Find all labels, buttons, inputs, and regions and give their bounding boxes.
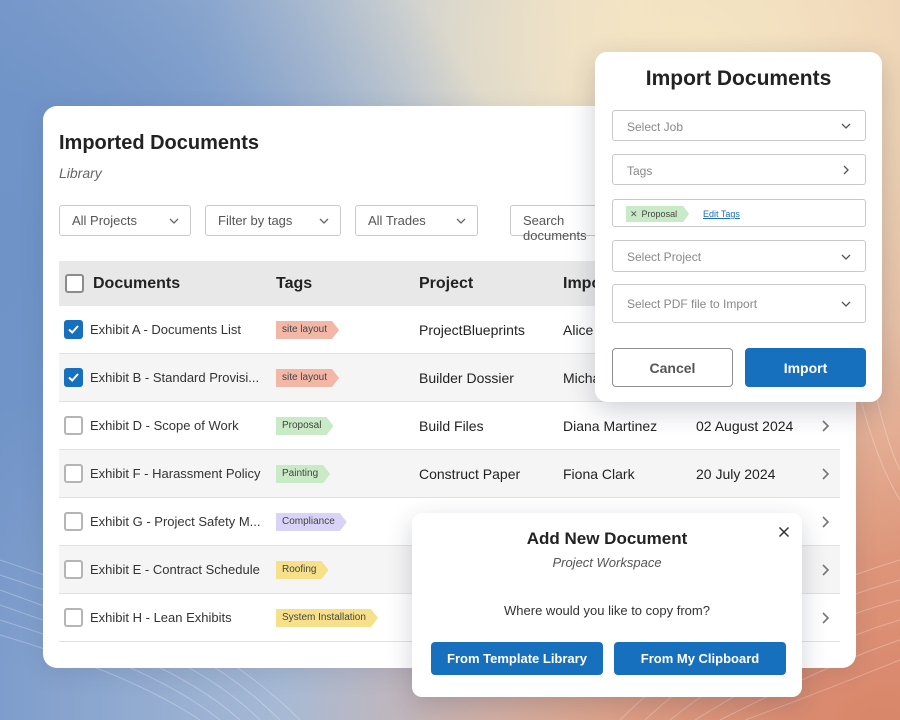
- project-cell: Builder Dossier: [419, 370, 514, 386]
- import-button[interactable]: Import: [745, 348, 866, 387]
- project-cell: Build Files: [419, 418, 484, 434]
- modal-title: Add New Document: [526, 529, 688, 548]
- filter-by-tags-dropdown[interactable]: Filter by tags: [205, 205, 341, 236]
- filter-by-tags-label: Filter by tags: [218, 213, 293, 228]
- cancel-button[interactable]: Cancel: [612, 348, 733, 387]
- selected-tags-field: ✕ Proposal Edit Tags: [612, 199, 866, 227]
- row-checkbox[interactable]: [64, 560, 83, 579]
- row-checkbox[interactable]: [64, 320, 83, 339]
- page-subtitle: Library: [59, 165, 102, 181]
- imported-by-cell: Diana Martinez: [563, 418, 658, 434]
- select-project-placeholder: Select Project: [627, 250, 702, 264]
- column-header-project[interactable]: Project: [419, 275, 473, 293]
- row-checkbox[interactable]: [64, 512, 83, 531]
- tag-badge: Proposal: [276, 417, 333, 435]
- remove-tag-icon[interactable]: ✕: [630, 209, 638, 219]
- select-job-placeholder: Select Job: [627, 120, 684, 134]
- row-checkbox[interactable]: [64, 368, 83, 387]
- add-new-document-modal: Add New Document Project Workspace Where…: [412, 513, 802, 697]
- chevron-right-icon[interactable]: [819, 419, 831, 433]
- tags-placeholder: Tags: [627, 164, 653, 178]
- tag-badge: Roofing: [276, 561, 328, 579]
- column-header-tags[interactable]: Tags: [276, 275, 312, 293]
- select-project-dropdown[interactable]: Select Project: [612, 240, 866, 272]
- chevron-right-icon[interactable]: [819, 515, 831, 529]
- chevron-right-icon: [843, 165, 849, 175]
- row-checkbox[interactable]: [64, 608, 83, 627]
- row-checkbox[interactable]: [64, 416, 83, 435]
- chevron-right-icon[interactable]: [819, 563, 831, 577]
- imported-by-cell: Fiona Clark: [563, 466, 635, 482]
- check-icon: [68, 373, 79, 382]
- document-name[interactable]: Exhibit B - Standard Provisi...: [90, 370, 270, 385]
- from-my-clipboard-button[interactable]: From My Clipboard: [614, 642, 786, 675]
- document-name[interactable]: Exhibit D - Scope of Work: [90, 418, 270, 433]
- project-cell: ProjectBlueprints: [419, 322, 525, 338]
- column-header-documents[interactable]: Documents: [93, 275, 180, 293]
- search-placeholder: Search documents: [523, 213, 587, 243]
- chevron-down-icon: [841, 254, 851, 260]
- chevron-right-icon[interactable]: [819, 611, 831, 625]
- chevron-down-icon: [319, 218, 329, 224]
- all-trades-dropdown[interactable]: All Trades: [355, 205, 478, 236]
- select-all-checkbox[interactable]: [65, 274, 84, 293]
- date-cell: 20 July 2024: [696, 466, 776, 482]
- chevron-down-icon: [841, 123, 851, 129]
- check-icon: [68, 325, 79, 334]
- project-cell: Construct Paper: [419, 466, 521, 482]
- all-projects-label: All Projects: [72, 213, 138, 228]
- document-name[interactable]: Exhibit F - Harassment Policy: [90, 466, 270, 481]
- select-job-dropdown[interactable]: Select Job: [612, 110, 866, 141]
- from-template-library-button[interactable]: From Template Library: [431, 642, 603, 675]
- chevron-right-icon[interactable]: [819, 467, 831, 481]
- tag-badge: site layout: [276, 321, 339, 339]
- tag-badge: site layout: [276, 369, 339, 387]
- table-row[interactable]: Exhibit F - Harassment Policy Painting C…: [59, 450, 840, 498]
- close-icon[interactable]: [778, 526, 790, 538]
- document-name[interactable]: Exhibit H - Lean Exhibits: [90, 610, 270, 625]
- tags-selector[interactable]: Tags: [612, 154, 866, 185]
- edit-tags-link[interactable]: Edit Tags: [703, 209, 740, 219]
- import-documents-modal: Import Documents Select Job Tags ✕ Propos…: [595, 52, 882, 402]
- modal-subtitle: Project Workspace: [552, 555, 662, 570]
- chevron-down-icon: [456, 218, 466, 224]
- date-cell: 02 August 2024: [696, 418, 794, 434]
- document-name[interactable]: Exhibit A - Documents List: [90, 322, 270, 337]
- copy-source-question: Where would you like to copy from?: [504, 603, 710, 618]
- all-trades-label: All Trades: [368, 213, 426, 228]
- row-checkbox[interactable]: [64, 464, 83, 483]
- tag-chip-label: Proposal: [641, 209, 678, 219]
- chevron-down-icon: [841, 301, 851, 307]
- select-pdf-placeholder: Select PDF file to Import: [627, 297, 758, 311]
- select-pdf-dropdown[interactable]: Select PDF file to Import: [612, 284, 866, 323]
- tag-badge: Painting: [276, 465, 330, 483]
- all-projects-dropdown[interactable]: All Projects: [59, 205, 191, 236]
- page-title: Imported Documents: [59, 132, 260, 154]
- document-name[interactable]: Exhibit E - Contract Schedule: [90, 562, 270, 577]
- tag-badge: Compliance: [276, 513, 347, 531]
- tag-chip-proposal: ✕ Proposal: [626, 206, 689, 222]
- document-name[interactable]: Exhibit G - Project Safety M...: [90, 514, 270, 529]
- tag-badge: System Installation: [276, 609, 378, 627]
- modal-title: Import Documents: [645, 67, 832, 90]
- table-row[interactable]: Exhibit D - Scope of Work Proposal Build…: [59, 402, 840, 450]
- chevron-down-icon: [169, 218, 179, 224]
